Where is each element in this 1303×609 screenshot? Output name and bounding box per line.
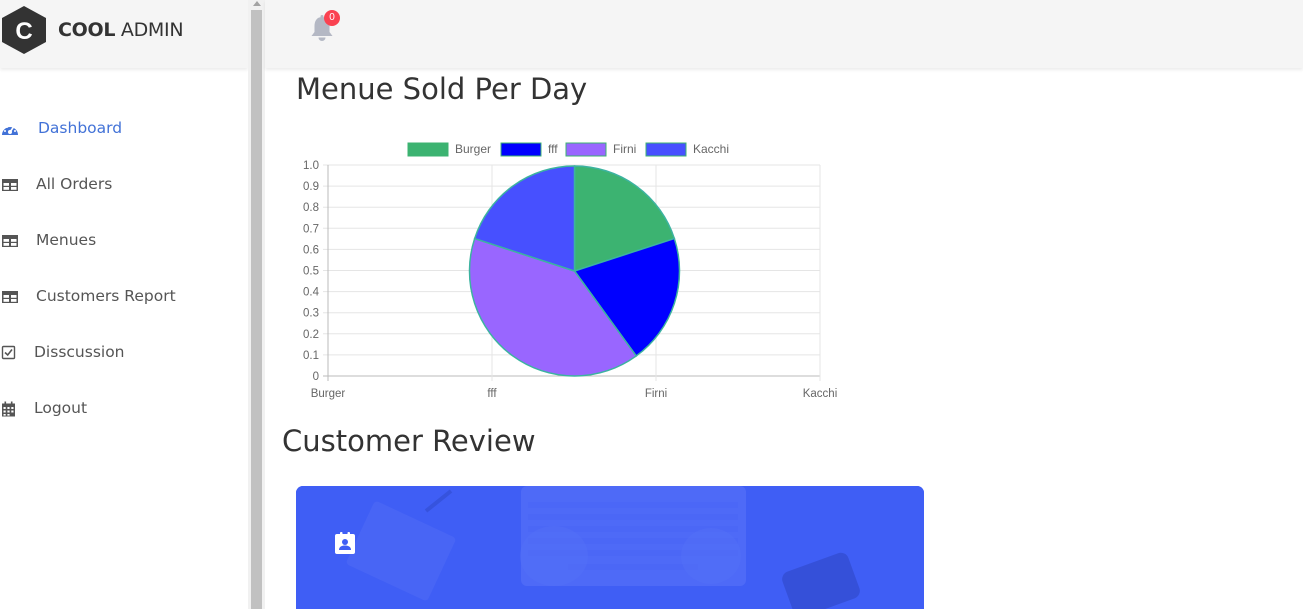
menu-sold-chart: Burger fff Firni Kacchi 1.0 0.9 0.8 0.7 0.6 0.5 0… — [303, 142, 838, 400]
x-tick-label: Kacchi — [803, 388, 838, 400]
y-tick-label: 0.3 — [303, 308, 319, 320]
sidebar: C COOL ADMIN Dashboard All Orders Menues… — [0, 0, 248, 609]
scroll-up-arrow-icon[interactable] — [253, 1, 261, 6]
y-tick-label: 0.8 — [303, 202, 319, 214]
y-tick-label: 1.0 — [303, 160, 319, 172]
legend-label: Burger — [455, 142, 491, 156]
review-card[interactable] — [296, 486, 924, 609]
dashboard-icon — [2, 126, 18, 135]
sidebar-item-dashboard[interactable]: Dashboard — [0, 101, 248, 157]
chart-x-axis: Burger fff Firni Kacchi — [311, 388, 838, 400]
sidebar-item-label: Logout — [34, 399, 88, 417]
sidebar-item-customers-report[interactable]: Customers Report — [0, 269, 248, 325]
legend-item: Firni — [565, 142, 636, 157]
sidebar-item-all-orders[interactable]: All Orders — [0, 157, 248, 213]
sidebar-item-label: All Orders — [36, 175, 113, 193]
legend-item: Burger — [407, 142, 491, 157]
y-tick-label: 0.4 — [303, 287, 320, 299]
y-tick-label: 0.2 — [303, 329, 319, 341]
y-tick-label: 0 — [313, 371, 319, 383]
chart-pie — [468, 165, 681, 377]
chart-heading: Menue Sold Per Day — [296, 72, 588, 106]
calendar-icon — [2, 401, 15, 417]
check-square-icon — [1, 345, 16, 360]
y-tick-label: 0.7 — [303, 223, 319, 235]
brand-name[interactable]: COOL ADMIN — [58, 19, 184, 41]
sidebar-nav: Dashboard All Orders Menues Customers Re… — [0, 101, 248, 437]
legend-swatch — [565, 142, 607, 157]
header: 0 — [265, 0, 1303, 68]
card-background-image — [296, 486, 924, 609]
table-icon — [2, 235, 18, 247]
y-tick-label: 0.5 — [303, 266, 319, 278]
x-tick-label: Firni — [645, 388, 667, 400]
sidebar-item-label: Menues — [36, 231, 97, 249]
notification-badge: 0 — [324, 10, 340, 26]
table-icon — [2, 291, 18, 303]
y-tick-label: 0.1 — [303, 350, 319, 362]
legend-swatch — [500, 142, 542, 157]
logo-icon: C — [2, 6, 46, 54]
brand-name-bold: COOL — [58, 19, 116, 41]
sidebar-item-logout[interactable]: Logout — [0, 381, 248, 437]
legend-swatch — [407, 142, 449, 157]
legend-item: Kacchi — [645, 142, 729, 157]
contact-card-icon — [335, 532, 355, 554]
sidebar-item-disscussion[interactable]: Disscussion — [0, 325, 248, 381]
legend-label: Firni — [613, 142, 636, 156]
sidebar-item-menues[interactable]: Menues — [0, 213, 248, 269]
y-tick-label: 0.6 — [303, 244, 319, 256]
legend-label: fff — [548, 142, 558, 156]
scrollbar-thumb[interactable] — [251, 10, 262, 609]
review-heading: Customer Review — [282, 424, 536, 458]
chart-y-axis: 1.0 0.9 0.8 0.7 0.6 0.5 0.4 0.3 0.2 0.1 0 — [303, 160, 320, 383]
brand-name-light: ADMIN — [120, 19, 184, 41]
svg-text:C: C — [15, 18, 32, 45]
x-tick-label: Burger — [311, 388, 346, 400]
sidebar-item-label: Disscussion — [34, 343, 125, 361]
sidebar-item-label: Customers Report — [36, 287, 176, 305]
table-icon — [2, 179, 18, 191]
chart-legend: Burger fff Firni Kacchi — [407, 142, 729, 157]
sidebar-item-label: Dashboard — [38, 119, 123, 137]
x-tick-label: fff — [487, 388, 497, 400]
legend-item: fff — [500, 142, 558, 157]
legend-label: Kacchi — [693, 142, 729, 156]
logo-bar: C COOL ADMIN — [0, 0, 248, 68]
y-tick-label: 0.9 — [303, 181, 319, 193]
legend-swatch — [645, 142, 687, 157]
